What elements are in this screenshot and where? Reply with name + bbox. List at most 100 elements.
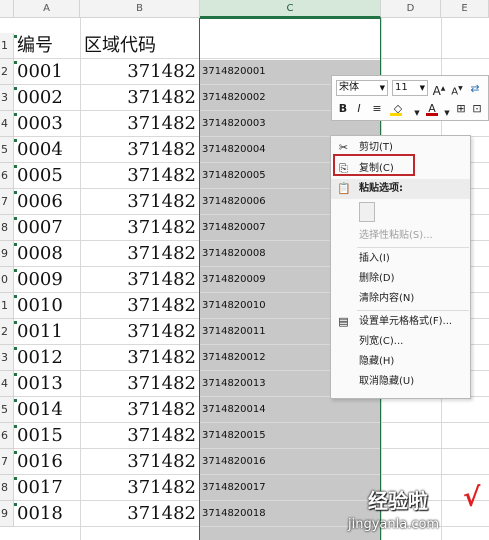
cell-a[interactable]: 0018 bbox=[17, 501, 77, 527]
cell-a[interactable]: 0017 bbox=[17, 475, 77, 501]
header-cell-a[interactable]: 编号 bbox=[17, 33, 77, 59]
column-header-d[interactable]: D bbox=[381, 0, 441, 18]
align-center-icon[interactable]: ≡ bbox=[370, 100, 384, 117]
row-header[interactable]: 5 bbox=[0, 397, 14, 423]
cell-b[interactable]: 371482 bbox=[80, 111, 196, 137]
menu-item-format-cells[interactable]: ▤ 设置单元格格式(F)... bbox=[331, 312, 470, 332]
cell-b[interactable]: 371482 bbox=[80, 189, 196, 215]
borders-icon[interactable]: ⊞ bbox=[454, 100, 468, 117]
cell-a[interactable]: 0011 bbox=[17, 319, 77, 345]
cell-b[interactable]: 371482 bbox=[80, 345, 196, 371]
cell-b[interactable]: 371482 bbox=[80, 475, 196, 501]
header-cell-b[interactable]: 区域代码 bbox=[84, 33, 200, 59]
font-size-value: 11 bbox=[395, 82, 408, 93]
row-header[interactable]: 2 bbox=[0, 59, 14, 85]
column-header-b[interactable]: B bbox=[80, 0, 200, 18]
cell-a[interactable]: 0013 bbox=[17, 371, 77, 397]
bold-button[interactable]: B bbox=[336, 100, 350, 117]
watermark-url: jingyanla.com bbox=[348, 517, 440, 532]
paste-values-icon bbox=[359, 202, 375, 222]
row-header[interactable]: 6 bbox=[0, 163, 14, 189]
cell-b[interactable]: 371482 bbox=[80, 319, 196, 345]
row-header[interactable]: 1 bbox=[0, 33, 14, 59]
copy-highlight-box bbox=[333, 154, 415, 176]
row-header[interactable]: 5 bbox=[0, 137, 14, 163]
cell-a[interactable]: 0007 bbox=[17, 215, 77, 241]
menu-item-clear-contents[interactable]: 清除内容(N) bbox=[331, 289, 470, 309]
format-painter-icon[interactable]: ⇄ bbox=[468, 80, 482, 97]
font-color-swatch bbox=[426, 113, 438, 116]
row-header[interactable]: 3 bbox=[0, 85, 14, 111]
cell-a[interactable]: 0009 bbox=[17, 267, 77, 293]
checkmark-icon: √ bbox=[463, 483, 481, 513]
cell-b[interactable]: 371482 bbox=[80, 137, 196, 163]
row-header[interactable]: 7 bbox=[0, 189, 14, 215]
mini-toolbar: 宋体 ▼ 11 ▼ A▲ A▼ ⇄ B I ≡ ◇ ▼ A ▼ ⊞ ⊡ bbox=[331, 75, 489, 121]
shrink-font-button[interactable]: A▼ bbox=[450, 80, 464, 97]
cell-b[interactable]: 371482 bbox=[80, 293, 196, 319]
cell-a[interactable]: 0008 bbox=[17, 241, 77, 267]
menu-item-unhide[interactable]: 取消隐藏(U) bbox=[331, 372, 470, 392]
menu-item-delete[interactable]: 删除(D) bbox=[331, 269, 470, 289]
cell-a[interactable]: 0003 bbox=[17, 111, 77, 137]
select-all-corner[interactable] bbox=[0, 0, 14, 18]
fill-color-button[interactable]: ◇ bbox=[388, 100, 408, 117]
column-header-a[interactable]: A bbox=[14, 0, 80, 18]
cell-a[interactable]: 0012 bbox=[17, 345, 77, 371]
column-header-c[interactable]: C bbox=[200, 0, 381, 18]
font-size-select[interactable]: 11 ▼ bbox=[392, 80, 428, 96]
menu-item-hide[interactable]: 隐藏(H) bbox=[331, 352, 470, 372]
cell-b[interactable]: 371482 bbox=[80, 215, 196, 241]
menu-item-column-width[interactable]: 列宽(C)... bbox=[331, 332, 470, 352]
cell-a[interactable]: 0006 bbox=[17, 189, 77, 215]
watermark-title: 经验啦 bbox=[368, 489, 428, 513]
row-header[interactable]: 4 bbox=[0, 111, 14, 137]
cell-b[interactable]: 371482 bbox=[80, 423, 196, 449]
italic-button[interactable]: I bbox=[352, 100, 366, 117]
font-name-select[interactable]: 宋体 ▼ bbox=[336, 80, 388, 96]
cell-a[interactable]: 0001 bbox=[17, 59, 77, 85]
row-header[interactable]: 7 bbox=[0, 449, 14, 475]
row-header[interactable]: 2 bbox=[0, 319, 14, 345]
cell-a[interactable]: 0016 bbox=[17, 449, 77, 475]
cell-b[interactable]: 371482 bbox=[80, 241, 196, 267]
row-header[interactable]: 3 bbox=[0, 345, 14, 371]
row-header[interactable]: 0 bbox=[0, 267, 14, 293]
cell-a[interactable]: 0002 bbox=[17, 85, 77, 111]
row-header[interactable]: 1 bbox=[0, 293, 14, 319]
row-header[interactable]: 9 bbox=[0, 501, 14, 527]
cell-a[interactable]: 0014 bbox=[17, 397, 77, 423]
chevron-down-icon[interactable]: ▼ bbox=[440, 105, 454, 122]
cell-a[interactable]: 0004 bbox=[17, 137, 77, 163]
merge-cells-icon[interactable]: ⊡ bbox=[470, 100, 484, 117]
chevron-down-icon: ▼ bbox=[379, 84, 385, 92]
cell-b[interactable]: 371482 bbox=[80, 59, 196, 85]
cell-b[interactable]: 371482 bbox=[80, 85, 196, 111]
scissors-icon: ✂ bbox=[338, 141, 349, 154]
row-header[interactable]: 8 bbox=[0, 215, 14, 241]
cell-b[interactable]: 371482 bbox=[80, 267, 196, 293]
cell-b[interactable]: 371482 bbox=[80, 501, 196, 527]
row-header[interactable]: 8 bbox=[0, 475, 14, 501]
chevron-down-icon[interactable]: ▼ bbox=[410, 105, 424, 122]
cell-b[interactable]: 371482 bbox=[80, 397, 196, 423]
paste-option[interactable] bbox=[331, 200, 470, 226]
column-header-e[interactable]: E bbox=[441, 0, 489, 18]
menu-item-paste-special[interactable]: 选择性粘贴(S)... bbox=[331, 226, 470, 246]
font-color-button[interactable]: A bbox=[424, 100, 440, 117]
cell-b[interactable]: 371482 bbox=[80, 371, 196, 397]
menu-item-label: 选择性粘贴(S)... bbox=[359, 230, 433, 241]
menu-item-label: 插入(I) bbox=[359, 253, 390, 264]
cell-a[interactable]: 0015 bbox=[17, 423, 77, 449]
row-header[interactable]: 6 bbox=[0, 423, 14, 449]
paste-options-header: 📋 粘贴选项: bbox=[331, 179, 470, 199]
row-header[interactable]: 4 bbox=[0, 371, 14, 397]
grow-font-button[interactable]: A▲ bbox=[432, 80, 446, 98]
menu-item-label: 设置单元格格式(F)... bbox=[359, 316, 453, 327]
cell-a[interactable]: 0010 bbox=[17, 293, 77, 319]
cell-b[interactable]: 371482 bbox=[80, 163, 196, 189]
row-header[interactable]: 9 bbox=[0, 241, 14, 267]
menu-item-insert[interactable]: 插入(I) bbox=[331, 249, 470, 269]
cell-a[interactable]: 0005 bbox=[17, 163, 77, 189]
cell-b[interactable]: 371482 bbox=[80, 449, 196, 475]
